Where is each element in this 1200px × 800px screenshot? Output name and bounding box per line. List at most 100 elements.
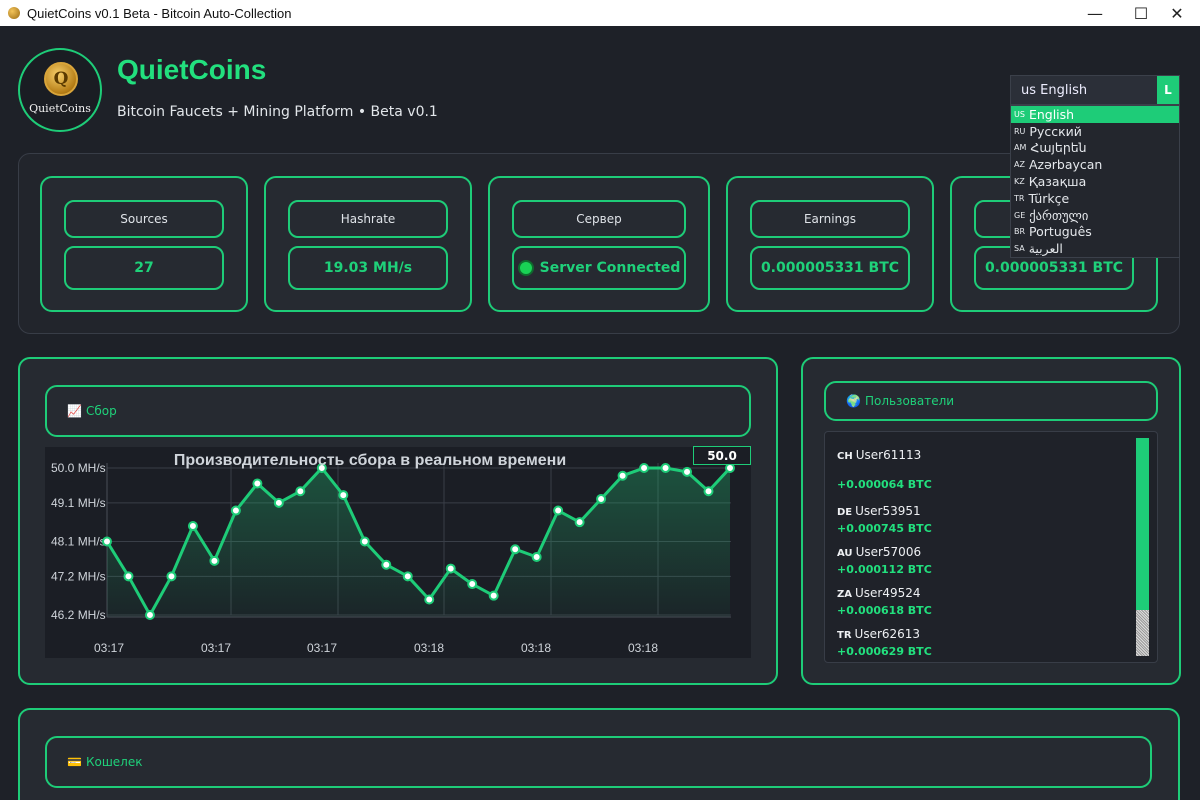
- data-point: [725, 463, 735, 473]
- stat-label: Сервер: [512, 200, 686, 238]
- x-tick-label: 03:17: [94, 641, 124, 655]
- country-code: AU: [837, 548, 853, 559]
- app-subtitle: Bitcoin Faucets + Mining Platform • Beta…: [117, 104, 438, 120]
- coin-icon: [8, 7, 20, 19]
- user-amount: +0.000629 BTC: [837, 645, 932, 658]
- user-name: User62613: [854, 627, 921, 641]
- language-option-ru[interactable]: RU Русский: [1011, 123, 1179, 140]
- flag-code: AZ: [1014, 160, 1025, 170]
- user-list-item: ZA User49524 +0.000618 BTC: [837, 586, 1137, 617]
- y-tick-label: 46.2 MH/s: [51, 608, 106, 622]
- user-amount: +0.000064 BTC: [837, 478, 932, 491]
- language-option-us[interactable]: US English: [1011, 106, 1179, 123]
- current-value-line: [693, 464, 751, 465]
- y-tick-label: 47.2 MH/s: [51, 569, 106, 583]
- data-point: [230, 505, 241, 516]
- stat-label: Hashrate: [288, 200, 448, 238]
- country-code: TR: [837, 630, 852, 641]
- data-point: [596, 493, 607, 504]
- user-name-line: DE User53951: [837, 504, 1137, 518]
- data-point: [273, 497, 284, 508]
- stat-value: 19.03 MH/s: [288, 246, 448, 290]
- chart-title: Производительность сбора в реальном врем…: [173, 452, 567, 469]
- dropdown-toggle-icon[interactable]: L: [1157, 76, 1179, 104]
- language-option-label: Türkçe: [1028, 190, 1070, 206]
- app-name: QuietCoins: [117, 54, 267, 85]
- x-tick-label: 03:18: [628, 641, 658, 655]
- language-option-label: Հայերեն: [1030, 140, 1087, 156]
- y-tick-label: 49.1 MH/s: [51, 496, 106, 510]
- country-code: CH: [837, 451, 853, 462]
- user-list-item: AU User57006 +0.000112 BTC: [837, 545, 1137, 576]
- data-point: [445, 563, 456, 574]
- data-point: [295, 486, 306, 497]
- language-option-label: Қазақша: [1028, 174, 1087, 190]
- data-point: [703, 486, 714, 497]
- flag-code: RU: [1014, 126, 1026, 136]
- stat-value: 0.000005331 BTC: [750, 246, 910, 290]
- stat-card: Сервер Server Connected: [488, 176, 710, 312]
- data-point: [402, 571, 413, 582]
- user-name-line: TR User62613: [837, 627, 1137, 641]
- data-point: [338, 490, 349, 501]
- globe-icon: 🌍: [846, 394, 861, 408]
- language-option-tr[interactable]: TR Türkçe: [1011, 190, 1179, 207]
- chart-icon: 📈: [67, 404, 82, 418]
- language-option-label: Русский: [1029, 123, 1082, 139]
- flag-code: GE: [1014, 210, 1026, 220]
- country-code: ZA: [837, 589, 852, 600]
- language-option-label: العربية: [1028, 241, 1063, 257]
- x-tick-label: 03:17: [307, 641, 337, 655]
- wallet-header: 💳 Кошелек: [45, 736, 1152, 788]
- language-select[interactable]: us English L: [1010, 75, 1180, 105]
- x-tick-label: 03:17: [201, 641, 231, 655]
- stat-card: Sources 27: [40, 176, 248, 312]
- language-option-am[interactable]: AM Հայերեն: [1011, 140, 1179, 157]
- user-amount: +0.000112 BTC: [837, 563, 932, 576]
- data-point: [510, 544, 521, 555]
- minimize-button[interactable]: —: [1072, 0, 1118, 26]
- x-tick-label: 03:18: [414, 641, 444, 655]
- user-amount: +0.000618 BTC: [837, 604, 932, 617]
- user-list[interactable]: CH User61113 +0.000064 BTC DE User53951 +0.00…: [824, 431, 1158, 663]
- language-option-sa[interactable]: SA العربية: [1011, 240, 1179, 257]
- stat-value: Server Connected: [512, 246, 686, 290]
- credit-card-icon: 💳: [67, 755, 82, 769]
- user-amount: +0.000745 BTC: [837, 522, 932, 535]
- user-name: User53951: [855, 504, 921, 518]
- data-point: [209, 555, 220, 566]
- user-list-scrollbar-thumb[interactable]: [1136, 438, 1149, 610]
- flag-code: TR: [1014, 193, 1025, 203]
- users-header-label: Пользователи: [864, 394, 955, 408]
- language-option-kz[interactable]: KZ Қазақша: [1011, 173, 1179, 190]
- language-option-br[interactable]: BR Português: [1011, 224, 1179, 241]
- language-option-label: ქართული: [1029, 207, 1089, 223]
- flag-code: AM: [1014, 143, 1027, 153]
- user-list-item: DE User53951 +0.000745 BTC: [837, 504, 1137, 535]
- close-button[interactable]: ✕: [1154, 0, 1200, 26]
- language-options: US English RU Русский AM Հայերեն AZ Azərbaycan K…: [1010, 105, 1180, 258]
- stat-value: 27: [64, 246, 224, 290]
- language-option-label: Azərbaycan: [1028, 157, 1103, 173]
- user-name: User57006: [855, 545, 922, 559]
- data-point: [252, 478, 263, 489]
- series-area: [107, 468, 730, 617]
- status-dot-icon: [517, 260, 534, 276]
- language-option-ge[interactable]: GE ქართული: [1011, 207, 1179, 224]
- data-point: [166, 571, 177, 582]
- language-option-az[interactable]: AZ Azərbaycan: [1011, 156, 1179, 173]
- data-point: [617, 470, 628, 481]
- server-status-text: Server Connected: [539, 260, 681, 276]
- user-list-item: TR User62613 +0.000629 BTC: [837, 627, 1137, 658]
- logo-text: QuietCoins: [29, 102, 91, 115]
- logo: Q QuietCoins: [18, 48, 102, 132]
- data-point: [488, 590, 499, 601]
- data-point: [381, 559, 392, 570]
- flag-code: BR: [1014, 227, 1026, 237]
- stat-label: Sources: [64, 200, 224, 238]
- users-header: 🌍 Пользователи: [824, 381, 1158, 421]
- user-name-line: ZA User49524: [837, 586, 1137, 600]
- language-selected: us English: [1021, 82, 1088, 98]
- stat-label: Earnings: [750, 200, 910, 238]
- user-list-item: CH User61113 +0.000064 BTC: [837, 448, 1137, 491]
